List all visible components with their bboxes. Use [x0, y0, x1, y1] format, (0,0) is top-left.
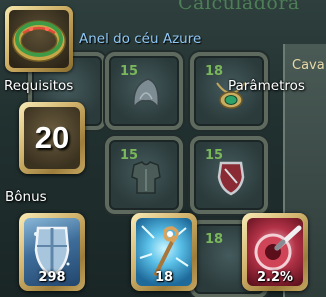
requirements-label: Requisitos: [4, 78, 74, 94]
bonus-critical-value: 2.2%: [256, 270, 294, 285]
bonus-critical: 2.2%: [242, 213, 308, 291]
ring-icon: [12, 20, 66, 62]
bonus-magic-value: 18: [154, 270, 174, 285]
bonus-magic: 18: [131, 213, 197, 291]
bonus-label: Bônus: [5, 189, 47, 205]
slot-level: 18: [205, 232, 224, 247]
window-title: Calculadora: [178, 0, 300, 14]
item-name: Anel do céu Azure: [79, 31, 202, 47]
parameters-label: Parâmetros: [228, 78, 305, 94]
equipment-slot[interactable]: 15: [105, 52, 183, 130]
bonus-defense-value: 298: [38, 270, 66, 285]
equipment-slot[interactable]: 15: [105, 136, 183, 214]
hood-icon: [133, 78, 160, 110]
shield-icon: [217, 161, 245, 196]
side-tab-label[interactable]: Cava: [292, 58, 325, 73]
bonus-defense: 298: [19, 213, 85, 291]
item-icon-frame: [5, 6, 73, 72]
equipment-slot[interactable]: 15: [190, 136, 268, 214]
required-level-box: 20: [19, 102, 85, 174]
required-level-value: 20: [34, 120, 70, 155]
armor-icon: [131, 161, 161, 194]
